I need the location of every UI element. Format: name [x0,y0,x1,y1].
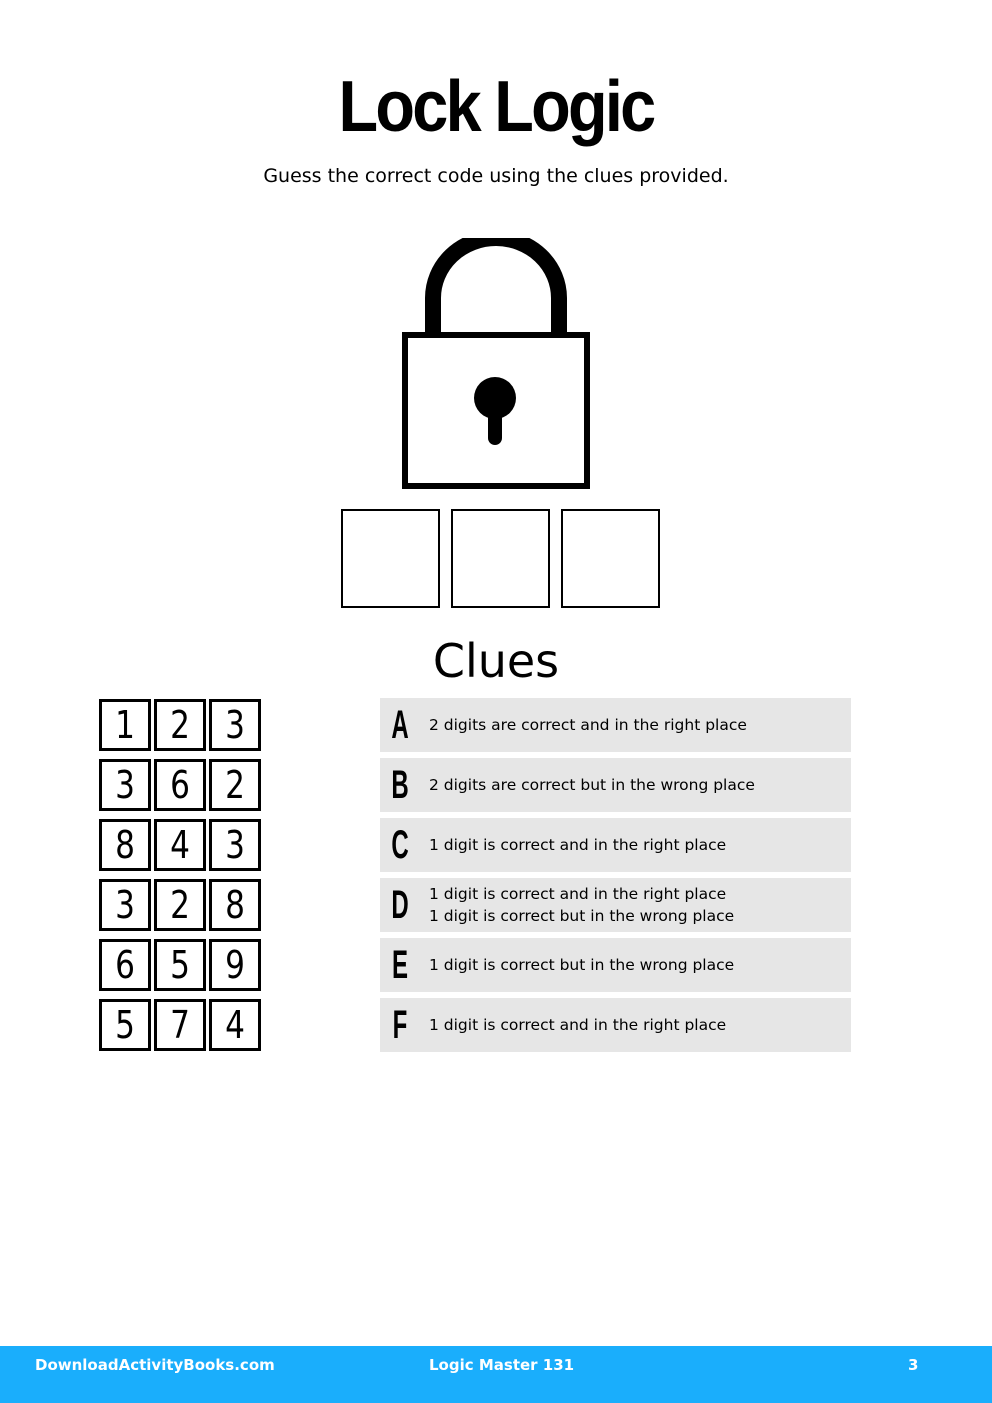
clue-row: F 1 digit is correct and in the right pla… [380,998,851,1052]
guess-digit: 3 [209,819,261,871]
clue-line: 2 digits are correct and in the right pl… [429,716,747,734]
clue-line: 1 digit is correct but in the wrong plac… [429,907,735,925]
clue-text: 2 digits are correct and in the right pl… [429,714,747,736]
clue-letter: C [391,823,409,867]
guess-digit: 9 [209,939,261,991]
digit-value: 8 [225,883,245,927]
clue-letter: A [391,703,409,747]
digit-value: 7 [170,1003,190,1047]
digit-value: 8 [115,823,135,867]
digit-value: 2 [170,883,190,927]
clue-text: 2 digits are correct but in the wrong pl… [429,774,755,796]
digit-value: 5 [170,943,190,987]
guess-digit: 3 [99,759,151,811]
guess-digit: 4 [209,999,261,1051]
guess-digit: 6 [99,939,151,991]
guess-digit: 3 [209,699,261,751]
clue-letter: B [391,763,409,807]
footer-page-number: 3 [908,1356,919,1374]
digit-value: 3 [115,883,135,927]
digit-value: 6 [170,763,190,807]
clue-row: B 2 digits are correct but in the wrong p… [380,758,851,812]
guess-digit: 2 [154,699,206,751]
clue-text: 1 digit is correct and in the right plac… [429,1014,726,1036]
guess-digit: 8 [209,879,261,931]
digit-value: 2 [225,763,245,807]
instructions: Guess the correct code using the clues p… [263,165,729,187]
guess-digit: 2 [209,759,261,811]
answer-box-1[interactable] [341,509,440,608]
digit-value: 6 [115,943,135,987]
footer: DownloadActivityBooks.com Logic Master 1… [0,1346,992,1403]
guess-digit: 7 [154,999,206,1051]
guess-digit: 5 [154,939,206,991]
digit-value: 5 [115,1003,135,1047]
guess-row: 123 [99,699,261,751]
guess-row: 328 [99,879,261,931]
guess-row: 574 [99,999,261,1051]
guess-digit: 2 [154,879,206,931]
guess-digit: 5 [99,999,151,1051]
digit-value: 9 [225,943,245,987]
digit-value: 4 [170,823,190,867]
digit-value: 3 [225,703,245,747]
page-title: Lock Logic [338,67,656,147]
guess-row: 843 [99,819,261,871]
clue-line: 1 digit is correct and in the right plac… [429,836,727,854]
clue-row: C 1 digit is correct and in the right pla… [380,818,851,872]
digit-value: 1 [115,703,135,747]
answer-box-2[interactable] [451,509,550,608]
digit-value: 3 [225,823,245,867]
guess-row: 659 [99,939,261,991]
clue-text: 1 digit is correct and in the right plac… [429,834,726,856]
clue-row: D 1 digit is correct and in the right pla… [380,878,851,932]
digit-value: 2 [170,703,190,747]
padlock-icon [402,238,590,489]
clues-heading: Clues [432,634,560,688]
footer-book-title: Logic Master 131 [429,1356,575,1374]
guess-digit: 4 [154,819,206,871]
clue-line: 1 digit is correct and in the right plac… [429,885,727,903]
guess-digit: 1 [99,699,151,751]
clue-row: E 1 digit is correct but in the wrong pla… [380,938,851,992]
guess-row: 362 [99,759,261,811]
digit-value: 3 [115,763,135,807]
clue-line: 1 digit is correct and in the right plac… [429,1016,727,1034]
guess-digit: 3 [99,879,151,931]
digit-value: 4 [225,1003,245,1047]
clue-text: 1 digit is correct but in the wrong plac… [429,954,734,976]
guess-digit: 6 [154,759,206,811]
clue-letter: E [391,943,409,987]
clue-letter: F [392,1003,408,1047]
clue-row: A 2 digits are correct and in the right p… [380,698,851,752]
clue-line: 2 digits are correct but in the wrong pl… [429,776,755,794]
answer-box-3[interactable] [561,509,660,608]
guess-digit: 8 [99,819,151,871]
clue-letter: D [391,883,409,927]
clue-line: 1 digit is correct but in the wrong plac… [429,956,735,974]
footer-site: DownloadActivityBooks.com [35,1356,275,1374]
clue-text: 1 digit is correct and in the right plac… [429,883,734,927]
